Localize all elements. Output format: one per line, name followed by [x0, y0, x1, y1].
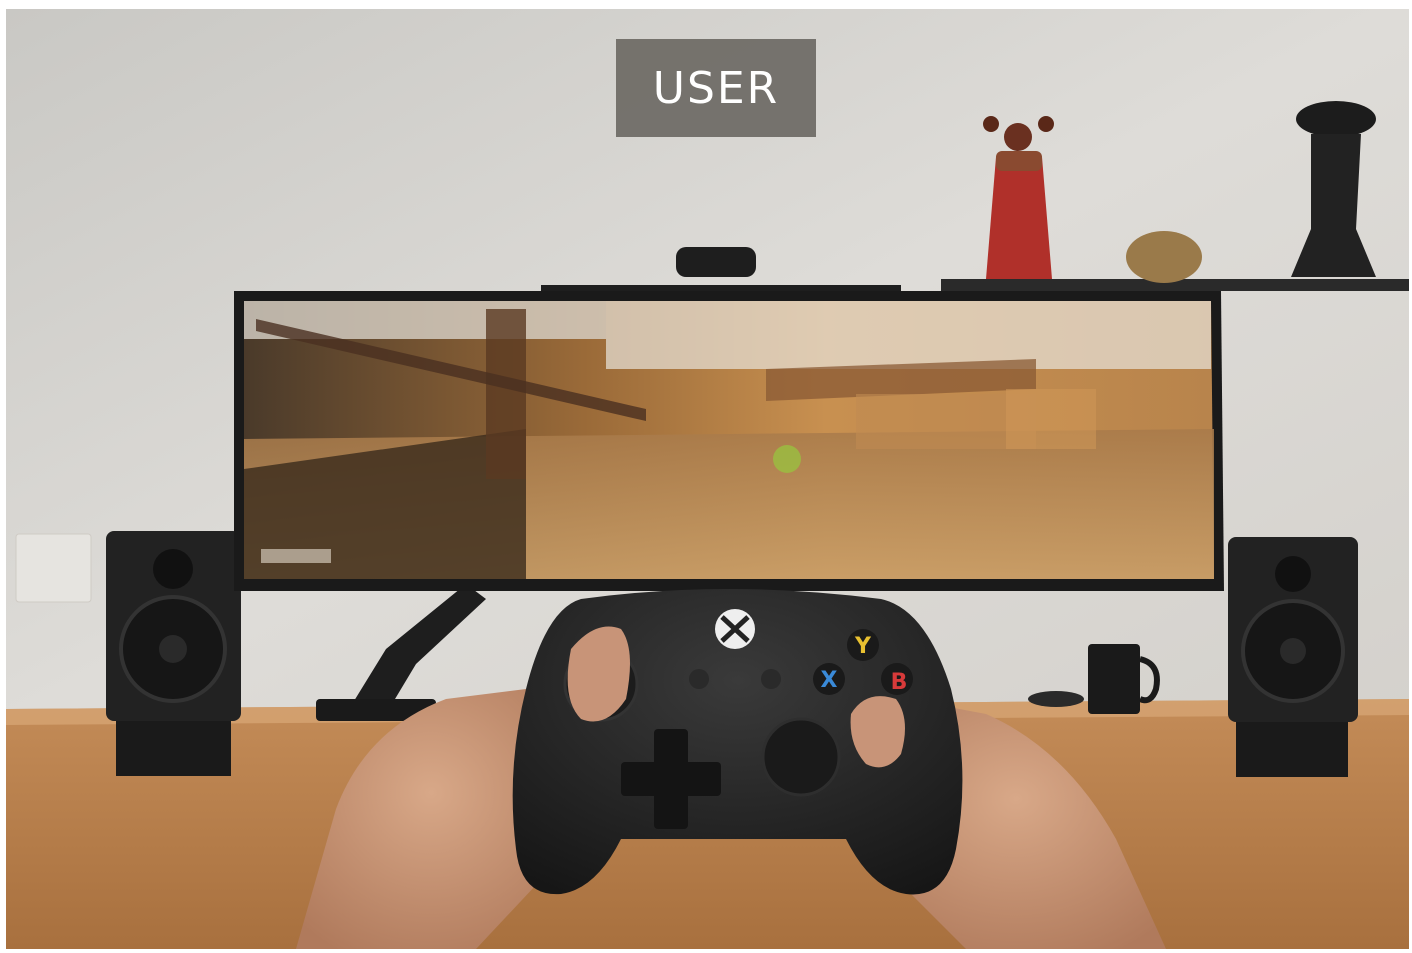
- right-speaker: [1228, 537, 1358, 777]
- webcam: [676, 247, 756, 277]
- menu-button: [761, 669, 781, 689]
- user-label[interactable]: USER: [616, 39, 816, 137]
- monitor: [234, 291, 1224, 591]
- b-button-label: B: [891, 670, 908, 695]
- gold-figurine: [1126, 231, 1202, 283]
- left-speaker: [106, 531, 241, 776]
- x-button-label: X: [821, 668, 838, 693]
- wall-outlet: [15, 533, 92, 603]
- right-thumbstick: [761, 717, 841, 797]
- xbox-logo-icon: [715, 609, 755, 649]
- hero-image: Y X B USER: [6, 9, 1409, 949]
- gaming-setup-photo: Y X B: [6, 9, 1409, 949]
- view-button: [689, 669, 709, 689]
- y-button-label: Y: [854, 634, 872, 659]
